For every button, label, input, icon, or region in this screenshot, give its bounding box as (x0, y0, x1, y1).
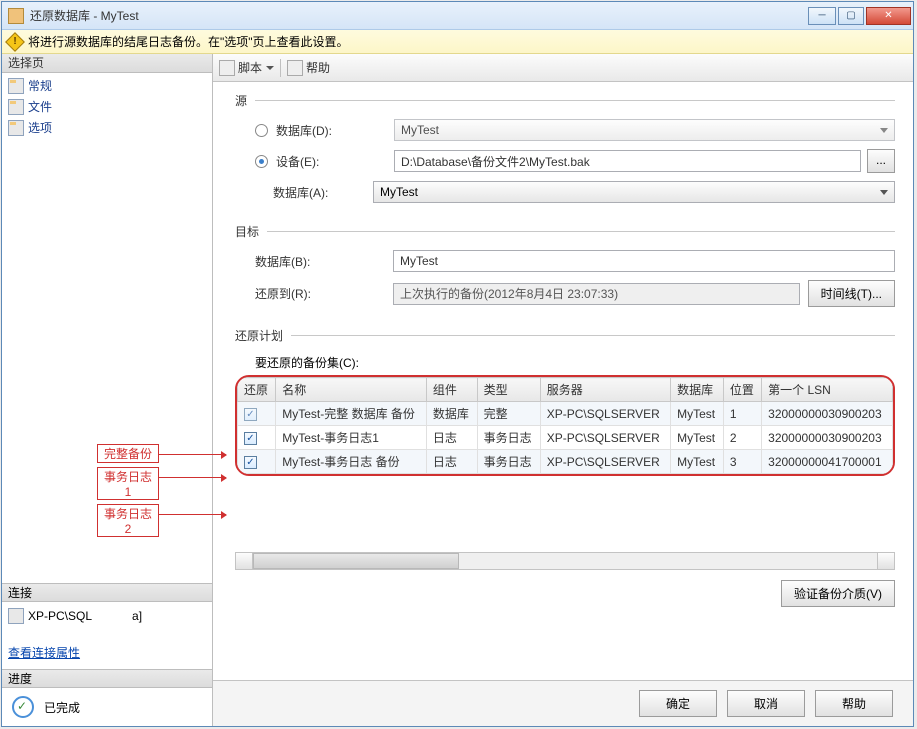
col-component[interactable]: 组件 (426, 378, 477, 402)
table-row[interactable]: MyTest-事务日志 备份 日志 事务日志 XP-PC\SQLSERVER M… (238, 450, 893, 474)
restore-checkbox[interactable] (244, 408, 257, 421)
close-button[interactable]: ✕ (866, 7, 911, 25)
horizontal-scrollbar[interactable] (235, 552, 895, 570)
callout-txnlog1: 事务日志1 (97, 467, 159, 500)
connection-suffix: a] (132, 609, 142, 623)
sidebar-item-label: 文件 (28, 98, 52, 115)
help-button[interactable]: 帮助 (815, 690, 893, 717)
connection-text: XP-PC\SQL (28, 609, 92, 623)
table-row[interactable]: MyTest-完整 数据库 备份 数据库 完整 XP-PC\SQLSERVER … (238, 402, 893, 426)
server-icon (8, 608, 24, 624)
database-label: 数据库(D): (276, 122, 394, 139)
device-label: 设备(E): (276, 153, 394, 170)
script-button[interactable]: 脚本 (238, 59, 262, 76)
script-dropdown[interactable] (265, 61, 274, 75)
callout-full-backup: 完整备份 (97, 444, 159, 463)
plan-group: 还原计划 要还原的备份集(C): 还原 名称 组件 类型 服务器 (235, 327, 895, 658)
restore-checkbox[interactable] (244, 456, 257, 469)
target-db-input[interactable] (393, 250, 895, 272)
col-first-lsn[interactable]: 第一个 LSN (762, 378, 893, 402)
app-icon (8, 8, 24, 24)
database-a-label: 数据库(A): (273, 184, 373, 201)
page-icon (8, 78, 24, 94)
radio-device[interactable] (255, 155, 268, 168)
backup-sets-grid: 还原 名称 组件 类型 服务器 数据库 位置 第一个 LSN (235, 375, 895, 476)
sidebar-item-label: 选项 (28, 119, 52, 136)
col-type[interactable]: 类型 (477, 378, 540, 402)
source-group: 源 数据库(D): MyTest 设备(E): ... 数据库(A): (235, 92, 895, 211)
view-connection-link[interactable]: 查看连接属性 (8, 644, 212, 661)
col-name[interactable]: 名称 (276, 378, 427, 402)
right-pane: 脚本 帮助 源 数据库(D): MyTest 设备 (213, 54, 913, 726)
progress-header: 进度 (2, 669, 212, 688)
target-title: 目标 (235, 223, 259, 240)
titlebar: 还原数据库 - MyTest ─ ▢ ✕ (2, 2, 913, 30)
restore-to-value: 上次执行的备份(2012年8月4日 23:07:33) (393, 283, 800, 305)
sidebar-item-files[interactable]: 文件 (2, 96, 212, 117)
help-icon (287, 60, 303, 76)
script-icon (219, 60, 235, 76)
sidebar-item-options[interactable]: 选项 (2, 117, 212, 138)
scroll-thumb[interactable] (253, 553, 459, 569)
toolbar: 脚本 帮助 (213, 54, 913, 82)
sidebar-item-general[interactable]: 常规 (2, 75, 212, 96)
progress-text: 已完成 (44, 699, 80, 716)
annotation-callouts: 完整备份 事务日志1 事务日志2 (97, 444, 159, 541)
radio-database[interactable] (255, 124, 268, 137)
timeline-button[interactable]: 时间线(T)... (808, 280, 895, 307)
device-path-input[interactable] (394, 150, 861, 172)
warning-icon (5, 32, 25, 52)
progress-done-icon (12, 696, 34, 718)
verify-media-button[interactable]: 验证备份介质(V) (781, 580, 895, 607)
cancel-button[interactable]: 取消 (727, 690, 805, 717)
dialog-footer: 确定 取消 帮助 (213, 680, 913, 726)
minimize-button[interactable]: ─ (808, 7, 836, 25)
ok-button[interactable]: 确定 (639, 690, 717, 717)
target-db-label: 数据库(B): (255, 253, 393, 270)
connection-header: 连接 (2, 583, 212, 602)
select-page-header: 选择页 (2, 54, 212, 73)
sidebar-item-label: 常规 (28, 77, 52, 94)
scroll-left-arrow[interactable] (236, 553, 253, 569)
restore-checkbox[interactable] (244, 432, 257, 445)
backup-sets-label: 要还原的备份集(C): (255, 354, 895, 371)
info-bar: 将进行源数据库的结尾日志备份。在"选项"页上查看此设置。 (2, 30, 913, 54)
target-group: 目标 数据库(B): 还原到(R): 上次执行的备份(2012年8月4日 23:… (235, 223, 895, 315)
table-row[interactable]: MyTest-事务日志1 日志 事务日志 XP-PC\SQLSERVER MyT… (238, 426, 893, 450)
page-icon (8, 120, 24, 136)
col-server[interactable]: 服务器 (540, 378, 670, 402)
help-button[interactable]: 帮助 (306, 59, 330, 76)
page-icon (8, 99, 24, 115)
window: 还原数据库 - MyTest ─ ▢ ✕ 将进行源数据库的结尾日志备份。在"选项… (1, 1, 914, 727)
plan-title: 还原计划 (235, 327, 283, 344)
window-title: 还原数据库 - MyTest (30, 7, 808, 24)
connection-info: XP-PC\SQL a] (2, 602, 212, 630)
callout-txnlog2: 事务日志2 (97, 504, 159, 537)
left-pane: 选择页 常规 文件 选项 完整备份 事务日志1 事务日志2 (2, 54, 213, 726)
scroll-right-arrow[interactable] (877, 553, 894, 569)
database-a-select[interactable]: MyTest (373, 181, 895, 203)
browse-button[interactable]: ... (867, 149, 895, 173)
source-title: 源 (235, 92, 247, 109)
col-restore[interactable]: 还原 (238, 378, 276, 402)
progress-body: 已完成 (2, 688, 212, 726)
maximize-button[interactable]: ▢ (838, 7, 864, 25)
restore-to-label: 还原到(R): (255, 285, 393, 302)
col-database[interactable]: 数据库 (671, 378, 724, 402)
source-database-select: MyTest (394, 119, 895, 141)
info-message: 将进行源数据库的结尾日志备份。在"选项"页上查看此设置。 (28, 33, 349, 50)
col-position[interactable]: 位置 (723, 378, 761, 402)
